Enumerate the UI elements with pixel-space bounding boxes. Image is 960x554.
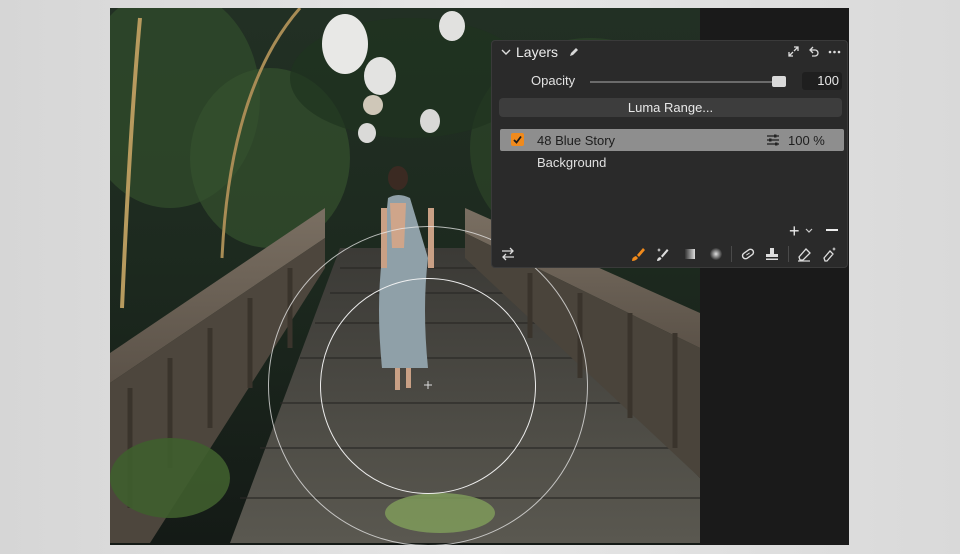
opacity-label: Opacity: [531, 73, 576, 88]
brush-icon[interactable]: [630, 246, 646, 262]
magic-brush-icon[interactable]: [655, 246, 671, 262]
magic-eraser-icon[interactable]: [822, 246, 838, 262]
opacity-slider-track[interactable]: [590, 81, 780, 83]
clone-icon[interactable]: [764, 246, 780, 262]
layer-toolbar: [492, 241, 847, 267]
opacity-slider-handle[interactable]: [772, 76, 786, 87]
undo-icon[interactable]: [808, 46, 819, 57]
toolbar-separator: [731, 246, 732, 262]
gradient-icon[interactable]: [682, 246, 698, 262]
pen-icon[interactable]: [568, 46, 580, 58]
add-layer-button[interactable]: +: [789, 222, 800, 240]
opacity-value-field[interactable]: 100: [802, 72, 842, 90]
layers-panel: Layers Opacity 100 Luma Range... 48 Blue…: [491, 40, 848, 268]
adjustments-icon[interactable]: [766, 134, 780, 146]
luma-range-button[interactable]: Luma Range...: [499, 98, 842, 117]
layer-name[interactable]: 48 Blue Story: [537, 133, 615, 148]
swap-icon[interactable]: [500, 246, 516, 262]
chevron-down-icon[interactable]: [501, 47, 511, 57]
eraser-icon[interactable]: [796, 246, 812, 262]
more-icon[interactable]: [828, 46, 841, 57]
layer-visibility-checkbox[interactable]: [511, 133, 524, 146]
background-layer-name[interactable]: Background: [537, 155, 606, 170]
brush-crosshair-icon: [424, 381, 432, 389]
panel-title: Layers: [516, 44, 559, 60]
chevron-down-icon[interactable]: [805, 228, 813, 234]
remove-layer-button[interactable]: [826, 229, 838, 231]
heal-icon[interactable]: [740, 246, 756, 262]
toolbar-separator: [788, 246, 789, 262]
checkmark-icon: [513, 135, 522, 144]
expand-icon[interactable]: [788, 46, 799, 57]
panel-header: Layers: [492, 41, 847, 65]
layer-opacity-value: 100 %: [788, 133, 825, 148]
radial-icon[interactable]: [708, 246, 724, 262]
